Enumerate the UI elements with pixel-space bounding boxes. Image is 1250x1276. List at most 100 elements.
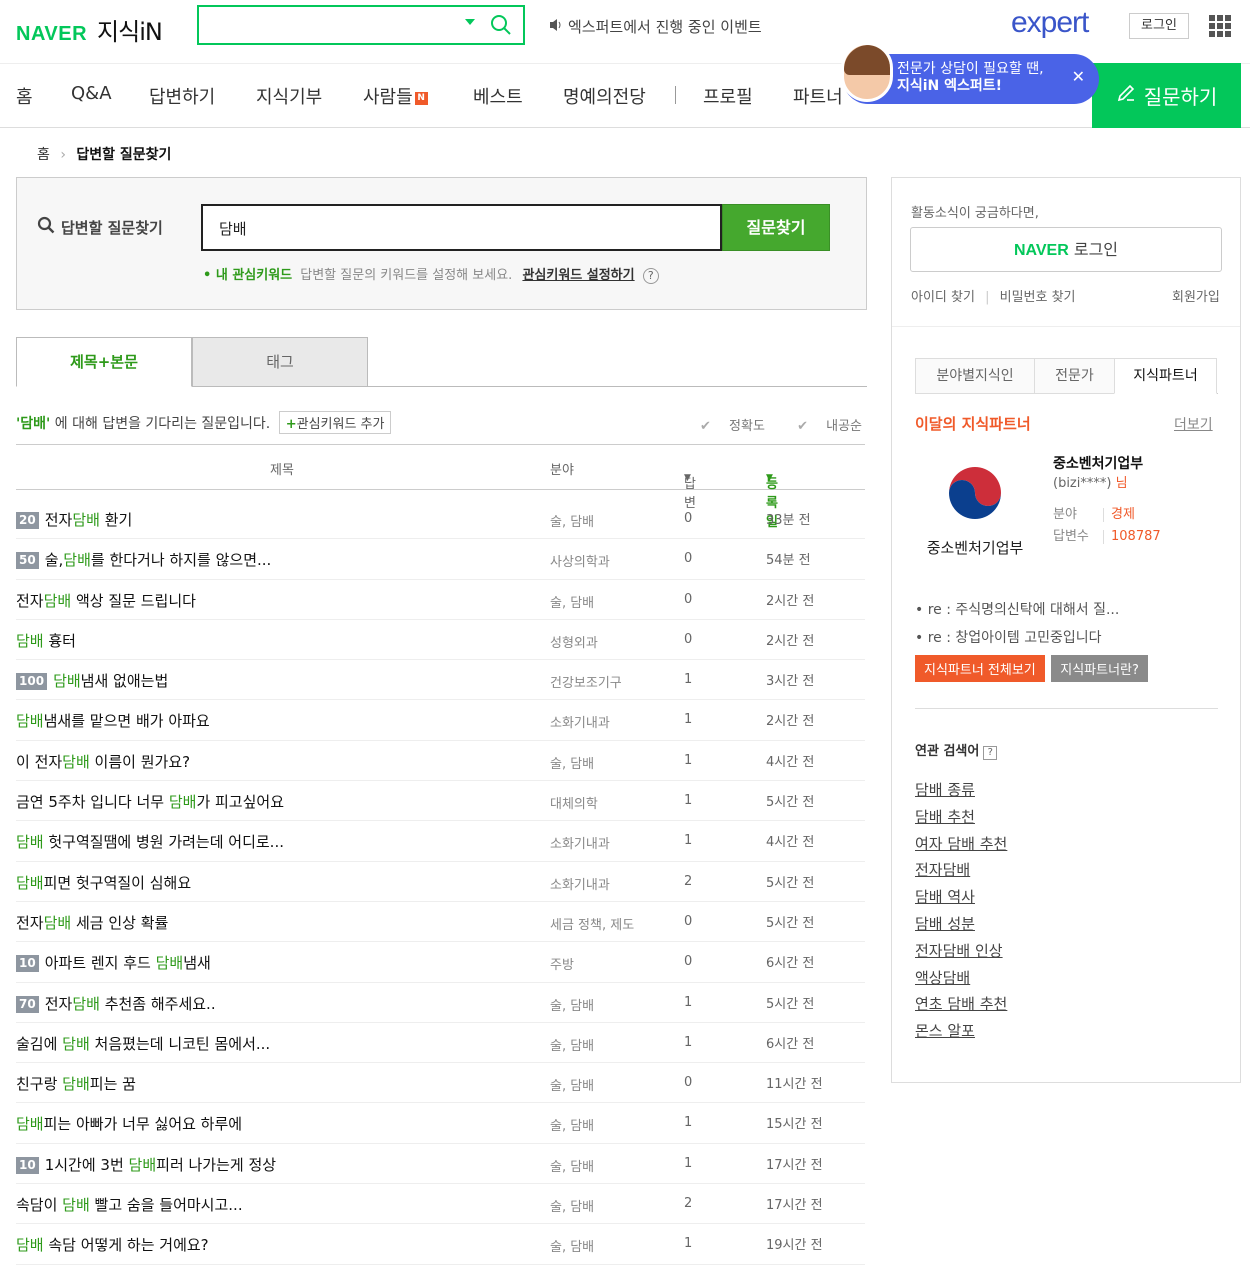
question-title[interactable]: 담배 헛구역질땜에 병원 가려는데 어디로...: [16, 831, 284, 852]
question-title[interactable]: 담배냄새를 맡으면 배가 아파요: [16, 710, 210, 731]
table-row[interactable]: 이 전자담배 이름이 뭔가요? 술, 담배 1 4시간 전: [16, 741, 865, 782]
title-keyword[interactable]: 담배: [156, 954, 184, 972]
title-keyword[interactable]: 담배: [16, 1236, 44, 1254]
login-button[interactable]: 로그인: [1129, 13, 1189, 39]
title-pre[interactable]: 친구랑: [16, 1075, 62, 1093]
question-title[interactable]: 10 아파트 렌지 후드 담배냄새: [16, 952, 211, 973]
ask-question-button[interactable]: 질문하기: [1092, 63, 1241, 128]
table-row[interactable]: 전자담배 액상 질문 드립니다 술, 담배 0 2시간 전: [16, 580, 865, 620]
nav-hall-of-fame[interactable]: 명예의전당: [563, 83, 646, 109]
title-post[interactable]: 이름이 뭔가요?: [90, 753, 191, 771]
nav-home[interactable]: 홈: [16, 83, 33, 109]
title-post[interactable]: 냄새를 맡으면 배가 아파요: [44, 712, 210, 730]
related-keyword-link[interactable]: 액상담배: [915, 965, 1007, 992]
table-row[interactable]: 10 1시간에 3번 담배피러 나가는게 정상 술, 담배 1 17시간 전: [16, 1144, 865, 1185]
sort-accuracy-label[interactable]: 정확도: [729, 419, 765, 434]
tab-experts[interactable]: 전문가: [1034, 358, 1115, 394]
related-keyword-link[interactable]: 담배 추천: [915, 804, 1007, 831]
nav-people[interactable]: 사람들 N: [363, 83, 428, 109]
table-row[interactable]: 70 전자담배 추천좀 해주세요.. 술, 담배 1 5시간 전: [16, 983, 865, 1023]
help-icon[interactable]: ?: [983, 746, 998, 760]
question-title[interactable]: 술김에 담배 처음폈는데 니코틴 몸에서...: [16, 1033, 270, 1054]
table-row[interactable]: 속담이 담배 빨고 숨을 들어마시고... 술, 담배 2 17시간 전: [16, 1184, 865, 1225]
chevron-down-icon[interactable]: [465, 19, 475, 25]
table-row[interactable]: 금연 5주차 입니다 너무 담배가 피고싶어요 대체의학 1 5시간 전: [16, 781, 865, 822]
title-pre[interactable]: 술김에: [16, 1035, 62, 1053]
title-keyword[interactable]: 담배: [16, 874, 44, 892]
what-is-partner-button[interactable]: 지식파트너란?: [1051, 655, 1148, 682]
title-pre[interactable]: 전자: [16, 914, 44, 932]
nav-qna[interactable]: Q&A: [71, 83, 112, 104]
join-link[interactable]: 회원가입: [1172, 286, 1220, 305]
title-keyword[interactable]: 담배: [62, 753, 90, 771]
title-pre[interactable]: 1시간에 3번: [45, 1156, 129, 1174]
title-keyword[interactable]: 담배: [44, 592, 72, 610]
title-post[interactable]: 가 피고싶어요: [196, 793, 284, 811]
title-keyword[interactable]: 담배: [53, 672, 81, 690]
partner-name[interactable]: 중소벤처기업부: [1053, 453, 1143, 473]
more-link[interactable]: 더보기: [1174, 414, 1213, 434]
add-keyword-label[interactable]: 관심키워드 추가: [297, 417, 385, 432]
search-icon[interactable]: [489, 13, 513, 41]
related-keyword-link[interactable]: 담배 역사: [915, 884, 1007, 911]
all-partners-button[interactable]: 지식파트너 전체보기: [915, 655, 1045, 682]
title-keyword[interactable]: 담배: [16, 632, 44, 650]
event-link[interactable]: 엑스퍼트에서 진행 중인 이벤트: [548, 16, 762, 37]
question-title[interactable]: 금연 5주차 입니다 너무 담배가 피고싶어요: [16, 791, 284, 812]
question-title[interactable]: 속담이 담배 빨고 숨을 들어마시고...: [16, 1194, 243, 1215]
sort-points[interactable]: ✔ 내공순: [797, 419, 876, 434]
related-keyword-link[interactable]: 전자담배 인상: [915, 938, 1007, 965]
related-keyword-link[interactable]: 담배 종류: [915, 777, 1007, 804]
title-post[interactable]: 환기: [100, 511, 133, 529]
table-row[interactable]: 담배 흉터 성형외과 0 2시간 전: [16, 620, 865, 661]
expert-promo-bubble[interactable]: 전문가 상담이 필요할 땐, 지식iN 엑스퍼트! ✕: [841, 42, 1099, 104]
question-title[interactable]: 전자담배 액상 질문 드립니다: [16, 590, 196, 611]
question-title[interactable]: 친구랑 담배피는 꿈: [16, 1073, 136, 1094]
related-keyword-link[interactable]: 전자담배: [915, 857, 1007, 884]
find-pw-link[interactable]: 비밀번호 찾기: [1000, 290, 1076, 305]
related-keyword-link[interactable]: 연초 담배 추천: [915, 991, 1007, 1018]
table-row[interactable]: 담배피면 헛구역질이 심해요 소화기내과 2 5시간 전: [16, 862, 865, 902]
question-title[interactable]: 10 1시간에 3번 담배피러 나가는게 정상: [16, 1154, 276, 1175]
naver-login-button[interactable]: NAVER 로그인: [910, 227, 1222, 272]
title-keyword[interactable]: 담배: [72, 995, 100, 1013]
title-post[interactable]: 추천좀 해주세요..: [100, 995, 216, 1013]
nav-partner[interactable]: 파트너: [793, 83, 843, 109]
title-pre[interactable]: 전자: [45, 511, 73, 529]
tab-field-experts[interactable]: 분야별지식인: [915, 358, 1035, 394]
search-input[interactable]: [197, 5, 525, 45]
naver-logo[interactable]: NAVER: [16, 23, 87, 46]
table-row[interactable]: 담배 속담 어떻게 하는 거에요? 술, 담배 1 19시간 전: [16, 1224, 865, 1265]
kin-logo[interactable]: 지식iN: [97, 12, 163, 47]
ask-question-label[interactable]: 질문하기: [1144, 81, 1218, 110]
table-row[interactable]: 담배냄새를 맡으면 배가 아파요 소화기내과 1 2시간 전: [16, 700, 865, 741]
table-row[interactable]: 20 전자담배 환기 술, 담배 0 33분 전: [16, 499, 865, 540]
title-post[interactable]: 세금 인상 확률: [71, 914, 168, 932]
event-text[interactable]: 엑스퍼트에서 진행 중인 이벤트: [568, 16, 762, 37]
table-row[interactable]: 전자담배 세금 인상 확률 세금 정책, 제도 0 5시간 전: [16, 902, 865, 943]
title-pre[interactable]: 전자: [45, 995, 73, 1013]
question-search-button[interactable]: 질문찾기: [722, 204, 830, 251]
nav-best[interactable]: 베스트: [473, 83, 523, 109]
nav-donate[interactable]: 지식기부: [256, 83, 322, 109]
table-row[interactable]: 술김에 담배 처음폈는데 니코틴 몸에서... 술, 담배 1 6시간 전: [16, 1023, 865, 1064]
question-title[interactable]: 담배 속담 어떻게 하는 거에요?: [16, 1234, 209, 1255]
find-id-link[interactable]: 아이디 찾기: [911, 290, 975, 305]
tab-title-body[interactable]: 제목+본문: [16, 337, 192, 387]
title-keyword[interactable]: 담배: [44, 914, 72, 932]
add-keyword-button[interactable]: +관심키워드 추가: [278, 411, 392, 434]
related-keyword-link[interactable]: 몬스 알포: [915, 1018, 1007, 1045]
table-row[interactable]: 담배 헛구역질땜에 병원 가려는데 어디로... 소화기내과 1 4시간 전: [16, 821, 865, 862]
title-post[interactable]: 피는 꿈: [90, 1075, 136, 1093]
question-title[interactable]: 이 전자담배 이름이 뭔가요?: [16, 751, 190, 772]
keyword-settings-link[interactable]: 관심키워드 설정하기: [522, 268, 634, 283]
title-pre[interactable]: 술,: [45, 551, 64, 569]
title-pre[interactable]: 전자: [16, 592, 44, 610]
tab-tag[interactable]: 태그: [192, 337, 368, 387]
table-row[interactable]: 10 아파트 렌지 후드 담배냄새 주방 0 6시간 전: [16, 942, 865, 983]
title-post[interactable]: 흉터: [44, 632, 76, 650]
title-keyword[interactable]: 담배: [169, 793, 197, 811]
table-row[interactable]: 50 술,담배를 한다거나 하지를 않으면... 사상의학과 0 54분 전: [16, 539, 865, 580]
title-post[interactable]: 피러 나가는게 정상: [156, 1156, 276, 1174]
naver-login-text[interactable]: 로그인: [1069, 240, 1118, 259]
